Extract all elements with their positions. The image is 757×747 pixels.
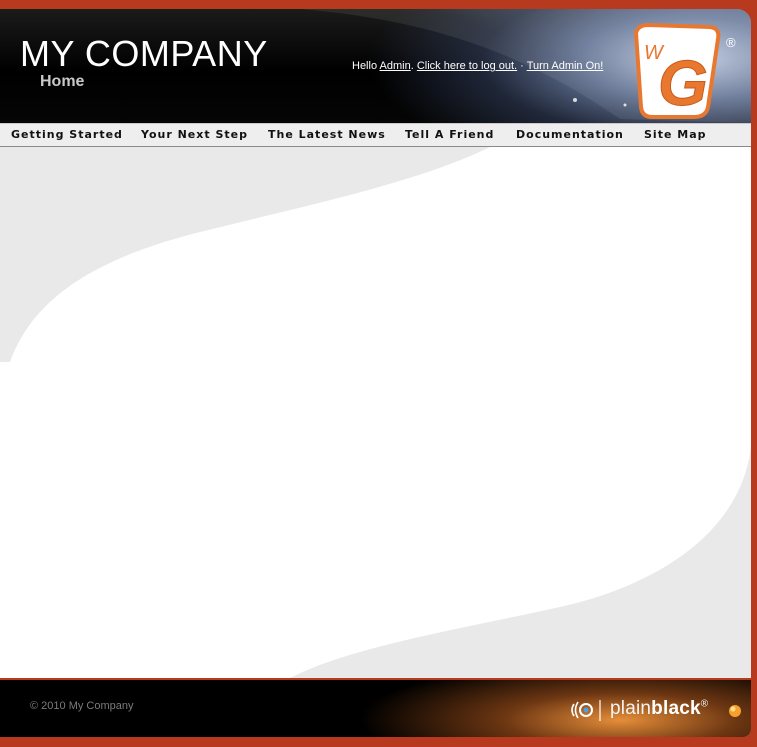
site-title[interactable]: MY COMPANY (20, 33, 268, 75)
admin-user-link[interactable]: Admin (380, 60, 411, 72)
nav-tell-a-friend[interactable]: Tell A Friend (405, 128, 494, 141)
logout-link[interactable]: Click here to log out. (417, 60, 517, 72)
user-bar: Hello Admin. Click here to log out. · Tu… (352, 60, 603, 72)
nav-getting-started[interactable]: Getting Started (11, 128, 123, 141)
brand-black: black (651, 698, 701, 719)
main-navigation: Getting Started Your Next Step The Lates… (0, 123, 751, 147)
webgui-logo: W G ® (633, 22, 736, 120)
registered-mark: ® (700, 698, 709, 710)
turn-admin-on-link[interactable]: Turn Admin On! (527, 60, 604, 72)
nav-the-latest-news[interactable]: The Latest News (268, 128, 386, 141)
nav-site-map[interactable]: Site Map (644, 128, 706, 141)
plainblack-logo-icon (571, 700, 601, 721)
page-title: Home (40, 73, 85, 90)
site-header: MY COMPANY Home Hello Admin. Click here … (0, 9, 751, 123)
svg-text:G: G (658, 47, 708, 119)
page-frame: MY COMPANY Home Hello Admin. Click here … (0, 9, 751, 737)
registered-mark: ® (726, 35, 736, 50)
content-area (0, 147, 751, 678)
copyright-text: © 2010 My Company (30, 700, 134, 712)
greeting-text: Hello (352, 60, 380, 72)
content-background-swoosh (0, 147, 751, 678)
plainblack-brand[interactable]: plainblack® (610, 698, 708, 720)
brand-plain: plain (610, 698, 652, 719)
nav-documentation[interactable]: Documentation (516, 128, 624, 141)
separator: · (517, 60, 527, 72)
plainblack-orange-dot-icon (729, 705, 741, 717)
site-footer: © 2010 My Company plainblack® (0, 678, 751, 737)
nav-your-next-step[interactable]: Your Next Step (141, 128, 248, 141)
